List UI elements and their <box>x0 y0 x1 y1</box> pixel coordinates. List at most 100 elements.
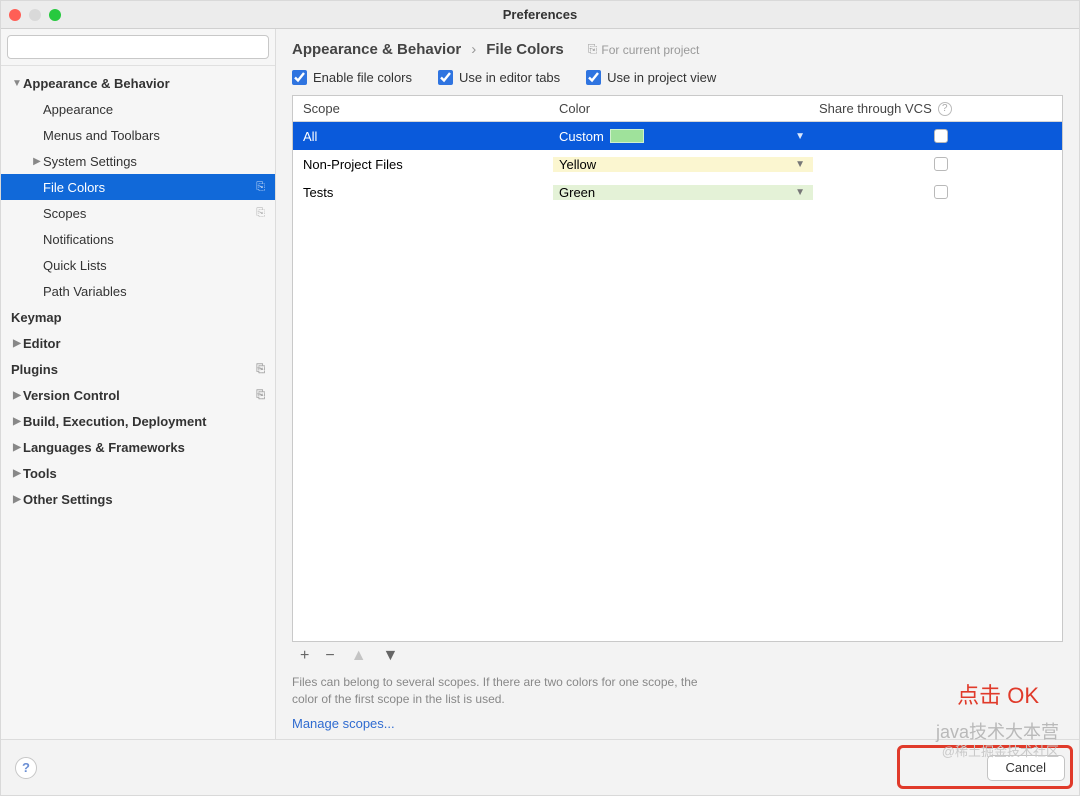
expand-arrow-icon: ▶ <box>31 156 43 167</box>
project-scope-icon: ⎘ <box>256 181 265 194</box>
enable-file-colors-checkbox[interactable]: Enable file colors <box>292 70 412 85</box>
table-row[interactable]: TestsGreen▼ <box>293 178 1062 206</box>
minimize-window-button[interactable] <box>29 9 41 21</box>
sidebar-item-label: Quick Lists <box>43 258 265 273</box>
col-scope-header: Scope <box>293 101 553 116</box>
sidebar-item[interactable]: Menus and Toolbars <box>1 122 275 148</box>
scope-cell: Non-Project Files <box>293 157 553 172</box>
breadcrumb-current: File Colors <box>486 41 564 58</box>
manage-scopes-link[interactable]: Manage scopes... <box>292 716 1063 731</box>
project-scope-icon: ⎘ <box>256 363 265 376</box>
sidebar-item[interactable]: ▼Appearance & Behavior <box>1 70 275 96</box>
sidebar-item-label: Other Settings <box>23 492 265 507</box>
sidebar-item[interactable]: Keymap <box>1 304 275 330</box>
sidebar-item[interactable]: ▶System Settings <box>1 148 275 174</box>
hint-text: Files can belong to several scopes. If t… <box>292 674 712 708</box>
file-colors-table: Scope Color Share through VCS ? AllCusto… <box>292 95 1063 642</box>
add-button[interactable]: + <box>300 647 309 665</box>
table-toolbar: + − ▲ ▼ <box>292 642 1063 670</box>
table-row[interactable]: Non-Project FilesYellow▼ <box>293 150 1062 178</box>
project-scope-icon: ⎘ <box>588 42 598 57</box>
table-body: AllCustom▼Non-Project FilesYellow▼TestsG… <box>293 122 1062 641</box>
expand-arrow-icon: ▶ <box>11 390 23 401</box>
move-down-button[interactable]: ▼ <box>383 647 399 665</box>
window-title: Preferences <box>1 7 1079 22</box>
share-checkbox[interactable] <box>934 129 948 143</box>
sidebar-item[interactable]: Quick Lists <box>1 252 275 278</box>
search-wrap <box>1 29 275 66</box>
settings-tree[interactable]: ▼Appearance & Behavior Appearance Menus an… <box>1 66 275 739</box>
share-checkbox[interactable] <box>934 185 948 199</box>
project-scope-icon: ⎘ <box>256 389 265 402</box>
chevron-down-icon: ▼ <box>795 131 805 142</box>
col-color-header: Color <box>553 101 813 116</box>
share-cell <box>813 157 1062 171</box>
expand-arrow-icon: ▼ <box>11 78 23 89</box>
maximize-window-button[interactable] <box>49 9 61 21</box>
main-panel: Appearance & Behavior › File Colors ⎘ Fo… <box>276 29 1079 739</box>
sidebar-item[interactable]: Scopes⎘ <box>1 200 275 226</box>
close-window-button[interactable] <box>9 9 21 21</box>
sidebar-item[interactable]: ▶Languages & Frameworks <box>1 434 275 460</box>
color-cell[interactable]: Yellow▼ <box>553 157 813 172</box>
breadcrumb-parent: Appearance & Behavior <box>292 41 461 58</box>
table-header: Scope Color Share through VCS ? <box>293 96 1062 122</box>
footer: ? Cancel 点击 OK java技术大本营 @稀土掘金技术社区 <box>1 739 1079 795</box>
chevron-down-icon: ▼ <box>795 159 805 170</box>
sidebar-item-label: Plugins <box>11 362 256 377</box>
use-in-editor-tabs-checkbox[interactable]: Use in editor tabs <box>438 70 560 85</box>
sidebar-item[interactable]: ▶Editor <box>1 330 275 356</box>
move-up-button[interactable]: ▲ <box>351 647 367 665</box>
expand-arrow-icon: ▶ <box>11 338 23 349</box>
help-button[interactable]: ? <box>15 757 37 779</box>
sidebar-item-label: Keymap <box>11 310 265 325</box>
share-checkbox[interactable] <box>934 157 948 171</box>
sidebar-item-label: Path Variables <box>43 284 265 299</box>
sidebar-item[interactable]: Appearance <box>1 96 275 122</box>
use-in-project-view-checkbox[interactable]: Use in project view <box>586 70 716 85</box>
sidebar-item[interactable]: ▶Tools <box>1 460 275 486</box>
sidebar-item-label: Notifications <box>43 232 265 247</box>
color-cell[interactable]: Custom▼ <box>553 129 813 144</box>
color-cell[interactable]: Green▼ <box>553 185 813 200</box>
sidebar: ▼Appearance & Behavior Appearance Menus an… <box>1 29 276 739</box>
breadcrumb: Appearance & Behavior › File Colors ⎘ Fo… <box>292 41 1063 58</box>
search-input[interactable] <box>7 35 269 59</box>
remove-button[interactable]: − <box>325 647 334 665</box>
sidebar-item-label: Appearance <box>43 102 265 117</box>
share-cell <box>813 129 1062 143</box>
table-row[interactable]: AllCustom▼ <box>293 122 1062 150</box>
sidebar-item[interactable]: ▶Other Settings <box>1 486 275 512</box>
breadcrumb-sep: › <box>471 41 476 58</box>
share-cell <box>813 185 1062 199</box>
sidebar-item-label: Version Control <box>23 388 256 403</box>
cancel-button[interactable]: Cancel <box>987 755 1065 781</box>
sidebar-item[interactable]: Notifications <box>1 226 275 252</box>
sidebar-item[interactable]: Plugins⎘ <box>1 356 275 382</box>
scope-hint: ⎘ For current project <box>588 42 700 57</box>
sidebar-item[interactable]: File Colors⎘ <box>1 174 275 200</box>
traffic-lights <box>9 9 61 21</box>
sidebar-item-label: Appearance & Behavior <box>23 76 265 91</box>
project-scope-icon: ⎘ <box>256 207 265 220</box>
sidebar-item-label: Languages & Frameworks <box>23 440 265 455</box>
color-swatch <box>610 129 644 143</box>
sidebar-item[interactable]: ▶Build, Execution, Deployment <box>1 408 275 434</box>
sidebar-item[interactable]: Path Variables <box>1 278 275 304</box>
body: ▼Appearance & BehaviorAppearanceMenus an… <box>1 29 1079 739</box>
col-share-header: Share through VCS ? <box>813 101 1062 116</box>
sidebar-item-label: Menus and Toolbars <box>43 128 265 143</box>
help-icon[interactable]: ? <box>938 102 952 116</box>
checkbox-row: Enable file colors Use in editor tabs Us… <box>292 70 1063 85</box>
sidebar-item-label: Scopes <box>43 206 256 221</box>
expand-arrow-icon: ▶ <box>11 416 23 427</box>
sidebar-item-label: File Colors <box>43 180 256 195</box>
chevron-down-icon: ▼ <box>795 187 805 198</box>
titlebar: Preferences <box>1 1 1079 29</box>
scope-cell: Tests <box>293 185 553 200</box>
expand-arrow-icon: ▶ <box>11 494 23 505</box>
sidebar-item-label: System Settings <box>43 154 265 169</box>
preferences-window: Preferences ▼Appearance & BehaviorAppear… <box>0 0 1080 796</box>
sidebar-item[interactable]: ▶Version Control⎘ <box>1 382 275 408</box>
sidebar-item-label: Editor <box>23 336 265 351</box>
